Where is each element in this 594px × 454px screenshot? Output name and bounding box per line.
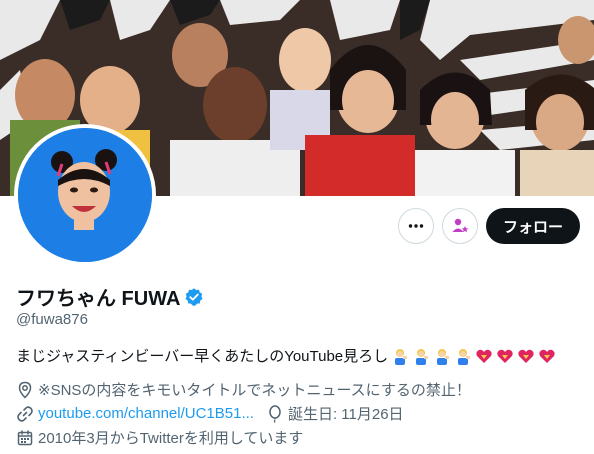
- birthday-text: 誕生日: 11月26日: [287, 406, 404, 423]
- subscribe-button[interactable]: [442, 208, 478, 244]
- bio-text: まじジャスティンビーバー早くあたしのYouTube見ろし: [16, 348, 389, 365]
- display-name-row: フワちゃん FUWA: [16, 282, 204, 311]
- calendar-icon: [16, 429, 34, 447]
- person-tipping-hand-icon: [412, 347, 430, 365]
- website-birthday-row: youtube.com/channel/UC1B51... 誕生日: 11月26…: [16, 403, 404, 424]
- follow-button[interactable]: フォロー: [486, 208, 580, 244]
- link-icon: [16, 405, 34, 423]
- balloon-icon: [266, 404, 284, 423]
- heart-with-ribbon-icon: [517, 347, 535, 365]
- person-tipping-hand-icon: [391, 347, 409, 365]
- joined-row: 2010年3月からTwitterを利用しています: [16, 427, 303, 448]
- joined-text: 2010年3月からTwitterを利用しています: [38, 430, 304, 447]
- location-text: ※SNSの内容をキモいタイトルでネットニュースにするの禁止！: [38, 382, 471, 399]
- location-row: ※SNSの内容をキモいタイトルでネットニュースにするの禁止！: [16, 379, 471, 400]
- location-pin-icon: [16, 381, 34, 399]
- website-link[interactable]: youtube.com/channel/UC1B51...: [38, 405, 254, 422]
- subscribe-icon: [452, 218, 469, 233]
- heart-with-ribbon-icon: [538, 347, 556, 365]
- bio: まじジャスティンビーバー早くあたしのYouTube見ろし: [16, 345, 556, 366]
- avatar[interactable]: [18, 128, 152, 262]
- person-tipping-hand-icon: [433, 347, 451, 365]
- heart-with-ribbon-icon: [496, 347, 514, 365]
- verified-badge-icon[interactable]: [184, 287, 204, 307]
- more-icon: [408, 224, 424, 228]
- heart-with-ribbon-icon: [475, 347, 493, 365]
- display-name: フワちゃん FUWA: [16, 288, 181, 310]
- more-button[interactable]: [398, 208, 434, 244]
- person-tipping-hand-icon: [454, 347, 472, 365]
- user-handle: @fuwa876: [16, 311, 88, 328]
